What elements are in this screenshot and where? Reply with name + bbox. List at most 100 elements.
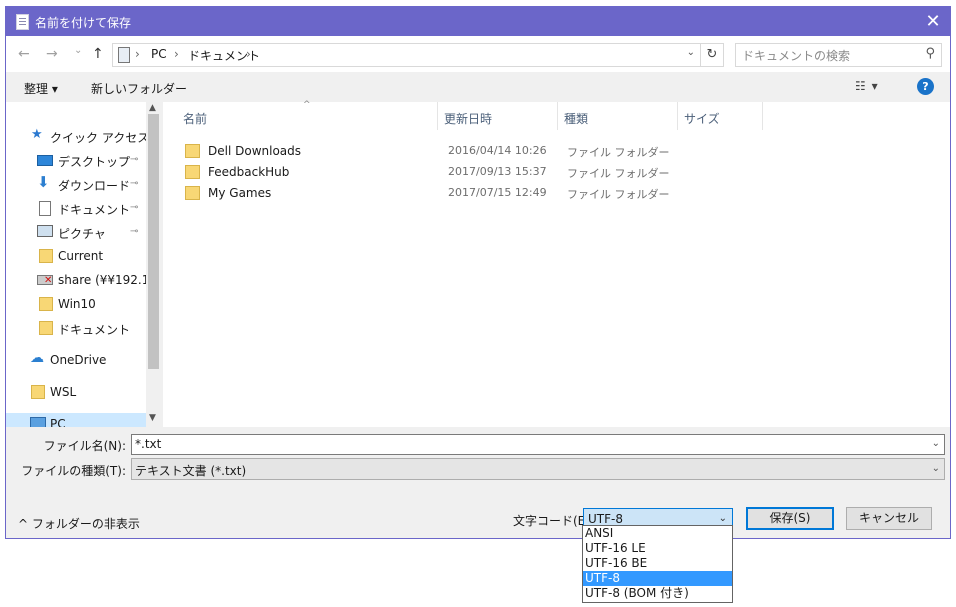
sidebar-item-label: Win10: [58, 297, 96, 311]
chevron-down-icon[interactable]: ⌄: [719, 513, 727, 524]
filetype-value: テキスト文書 (*.txt): [135, 464, 247, 478]
notepad-icon: [16, 14, 29, 30]
folder-icon: [185, 144, 200, 158]
download-icon: ⬇: [37, 173, 50, 191]
star-icon: ★: [31, 127, 43, 142]
file-name: FeedbackHub: [208, 165, 290, 179]
table-row[interactable]: Dell Downloads 2016/04/14 10:26 ファイル フォル…: [163, 140, 723, 161]
encoding-option-utf8-bom[interactable]: UTF-8 (BOM 付き): [583, 586, 732, 601]
filename-field[interactable]: *.txt ⌄: [131, 434, 945, 455]
help-icon[interactable]: ?: [917, 78, 934, 95]
sidebar-item-label: PC: [50, 417, 66, 427]
column-header-size[interactable]: サイズ: [678, 102, 763, 130]
sidebar-item-label: Current: [58, 249, 104, 263]
title-bar: 名前を付けて保存 ✕: [6, 7, 950, 36]
breadcrumb-separator: ›: [135, 47, 140, 61]
pictures-icon: [37, 225, 53, 237]
folder-icon: [31, 385, 45, 399]
pin-icon[interactable]: ⊸: [130, 178, 138, 189]
command-bar: 整理 ▾ 新しいフォルダー ☷ ▾ ?: [6, 72, 950, 102]
breadcrumb-separator: ›: [174, 47, 179, 61]
sidebar-item-quick-access[interactable]: ★ クイック アクセス: [6, 125, 149, 147]
search-input[interactable]: ドキュメントの検索 ⚲: [735, 43, 942, 67]
sidebar-item-downloads[interactable]: ⬇ ダウンロード ⊸: [6, 173, 146, 195]
chevron-down-icon[interactable]: ⌄: [932, 438, 940, 449]
filetype-select[interactable]: テキスト文書 (*.txt) ⌄: [131, 458, 945, 480]
cloud-icon: ☁: [30, 350, 44, 366]
encoding-option-utf8[interactable]: UTF-8: [583, 571, 732, 586]
encoding-option-utf16le[interactable]: UTF-16 LE: [583, 541, 732, 556]
column-header-type[interactable]: 種類: [558, 102, 678, 130]
sidebar-item-pictures[interactable]: ピクチャ ⊸: [6, 221, 146, 243]
sidebar-item-documents[interactable]: ドキュメント ⊸: [6, 197, 146, 219]
encoding-option-utf16be[interactable]: UTF-16 BE: [583, 556, 732, 571]
pin-icon[interactable]: ⊸: [130, 154, 138, 165]
folder-icon: [39, 321, 53, 335]
sidebar-item-share[interactable]: share (¥¥192.168: [6, 269, 161, 291]
pc-icon: [118, 47, 130, 63]
encoding-dropdown-list: ANSI UTF-16 LE UTF-16 BE UTF-8 UTF-8 (BO…: [582, 525, 733, 603]
scroll-down-arrow-icon[interactable]: ▼: [149, 413, 156, 423]
pc-icon: [30, 417, 46, 427]
breadcrumb-pc[interactable]: PC: [151, 47, 167, 61]
file-list: ^ 名前 更新日時 種類 サイズ Dell Downloads 2016/04/…: [163, 100, 950, 427]
organize-menu-button[interactable]: 整理 ▾: [24, 80, 58, 97]
folder-icon: [39, 297, 53, 311]
navigation-bar: ← → ⌄ ↑ › PC › ドキュメント › ⌄ ↻ ドキュメントの検索 ⚲: [6, 36, 950, 72]
new-folder-button[interactable]: 新しいフォルダー: [91, 80, 187, 97]
sidebar-item-current[interactable]: Current: [6, 245, 146, 267]
sidebar-item-label: ピクチャ: [58, 227, 106, 241]
column-header-name[interactable]: 名前: [177, 102, 438, 130]
column-header-date[interactable]: 更新日時: [438, 102, 558, 130]
recent-locations-chevron-icon[interactable]: ⌄: [74, 45, 82, 56]
navigation-pane: ★ クイック アクセス デスクトップ ⊸ ⬇ ダウンロード ⊸ ドキュメント ⊸…: [6, 102, 161, 427]
sidebar-item-documents-folder[interactable]: ドキュメント: [6, 317, 146, 339]
desktop-icon: [37, 155, 53, 166]
save-as-dialog: 名前を付けて保存 ✕ ← → ⌄ ↑ › PC › ドキュメント › ⌄ ↻ ド…: [5, 6, 951, 539]
sidebar-item-wsl[interactable]: WSL: [6, 381, 146, 403]
sidebar-item-label: OneDrive: [50, 353, 107, 367]
back-arrow-icon[interactable]: ←: [18, 46, 30, 62]
sidebar-item-win10[interactable]: Win10: [6, 293, 146, 315]
address-dropdown-icon[interactable]: ⌄: [687, 47, 695, 58]
file-date: 2016/04/14 10:26: [448, 144, 547, 157]
sidebar-scrollbar[interactable]: ▲ ▼: [146, 102, 161, 427]
save-options-area: ファイル名(N): *.txt ⌄ ファイルの種類(T): テキスト文書 (*.…: [6, 427, 950, 538]
encoding-option-ansi[interactable]: ANSI: [583, 526, 732, 541]
save-button[interactable]: 保存(S): [746, 507, 834, 530]
file-name: Dell Downloads: [208, 144, 302, 158]
pin-icon[interactable]: ⊸: [130, 226, 138, 237]
sidebar-item-label: デスクトップ: [58, 155, 131, 169]
encoding-value: UTF-8: [588, 512, 623, 526]
file-type: ファイル フォルダー: [567, 146, 670, 159]
up-arrow-icon[interactable]: ↑: [92, 46, 104, 62]
scroll-up-arrow-icon[interactable]: ▲: [149, 103, 156, 113]
pin-icon[interactable]: ⊸: [130, 202, 138, 213]
filename-label: ファイル名(N):: [43, 439, 126, 453]
search-icon[interactable]: ⚲: [925, 46, 935, 61]
chevron-down-icon[interactable]: ⌄: [932, 463, 940, 474]
window-title: 名前を付けて保存: [35, 16, 132, 30]
file-name: My Games: [208, 186, 272, 200]
table-row[interactable]: FeedbackHub 2017/09/13 15:37 ファイル フォルダー: [163, 161, 723, 182]
file-type: ファイル フォルダー: [567, 188, 670, 201]
scrollbar-thumb[interactable]: [148, 114, 159, 369]
view-options-icon[interactable]: ☷ ▾: [855, 79, 879, 93]
folder-icon: [39, 249, 53, 263]
sidebar-item-pc[interactable]: PC: [6, 413, 146, 427]
folder-icon: [185, 165, 200, 179]
breadcrumb-separator: ›: [246, 47, 251, 61]
sidebar-item-label: ドキュメント: [58, 323, 131, 337]
column-label: 名前: [183, 112, 208, 126]
table-row[interactable]: My Games 2017/07/15 12:49 ファイル フォルダー: [163, 182, 723, 203]
cancel-button[interactable]: キャンセル: [846, 507, 932, 530]
forward-arrow-icon[interactable]: →: [46, 46, 58, 62]
address-bar[interactable]: › PC › ドキュメント › ⌄ ↻: [112, 43, 724, 67]
refresh-icon[interactable]: ↻: [700, 44, 723, 66]
close-icon[interactable]: ✕: [916, 7, 950, 36]
sidebar-item-label: ダウンロード: [58, 179, 131, 193]
sidebar-item-onedrive[interactable]: ☁ OneDrive: [6, 349, 146, 371]
document-icon: [39, 201, 51, 216]
hide-folders-toggle[interactable]: ^ フォルダーの非表示: [18, 515, 140, 532]
sidebar-item-desktop[interactable]: デスクトップ ⊸: [6, 149, 146, 171]
